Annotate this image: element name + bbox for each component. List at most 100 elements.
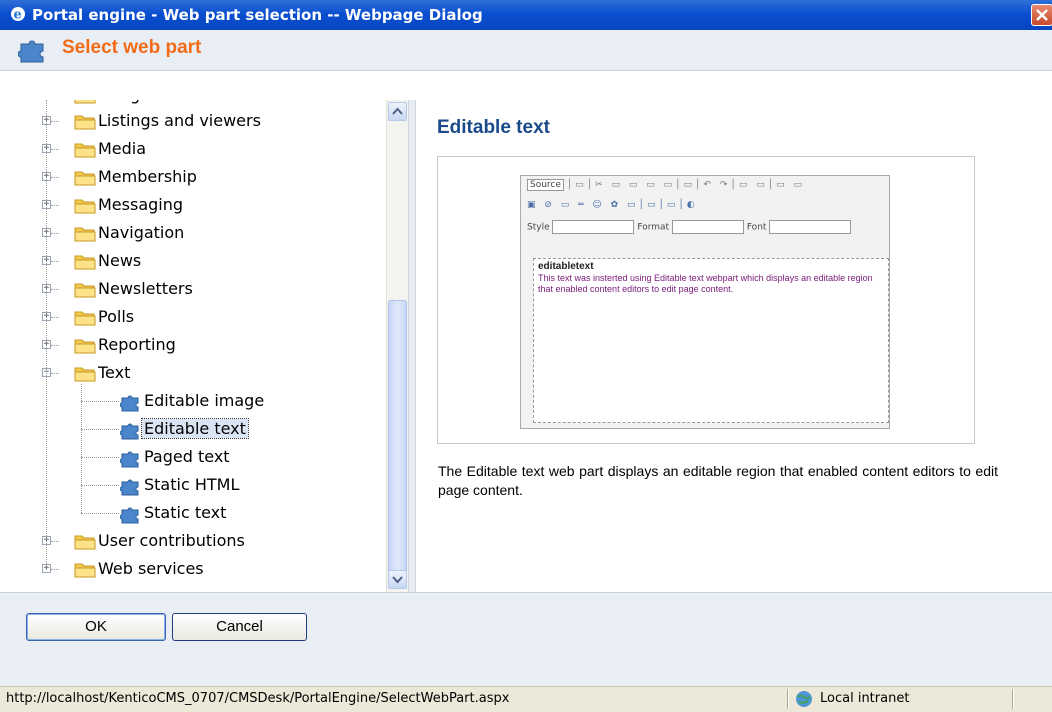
- tree-category[interactable]: + Listings and viewers: [34, 108, 394, 134]
- scroll-up-button[interactable]: [388, 102, 407, 121]
- tree-connector: [51, 205, 59, 206]
- folder-icon: [74, 311, 96, 326]
- folder-icon: [74, 283, 96, 298]
- folder-icon: [74, 227, 96, 242]
- tree-web-part[interactable]: Editable image: [34, 388, 394, 414]
- tree-web-part-label: Editable text: [141, 418, 249, 439]
- status-url: http://localhost/KenticoCMS_0707/CMSDesk…: [6, 691, 510, 706]
- style-label: Style: [527, 222, 550, 233]
- tree-connector: [81, 401, 119, 402]
- folder-icon: [74, 367, 96, 382]
- window-titlebar: e Portal engine - Web part selection -- …: [0, 0, 1052, 30]
- tree-category[interactable]: + Messaging: [34, 192, 394, 218]
- tree-web-part-label: Editable image: [144, 391, 265, 410]
- tree-web-part[interactable]: Static text: [34, 500, 394, 526]
- web-part-detail: Editable text Source │▭│✂ ▭ ▭ ▭ ▭│▭│↶ ↷│…: [416, 100, 1052, 592]
- folder-icon: [74, 339, 96, 354]
- tree-category-label: Messaging: [98, 195, 184, 214]
- tree-connector: [51, 233, 59, 234]
- tree-category[interactable]: + News: [34, 248, 394, 274]
- puzzle-icon: [18, 40, 44, 63]
- chevron-down-icon: [392, 576, 403, 584]
- tree-category[interactable]: + Polls: [34, 304, 394, 330]
- web-part-icon: [120, 507, 139, 524]
- tree-web-part-label: Paged text: [144, 447, 230, 466]
- tree-category-label: News: [98, 251, 142, 270]
- intranet-globe-icon: [796, 691, 812, 707]
- tree-connector: [51, 177, 59, 178]
- ok-button[interactable]: OK: [26, 613, 166, 641]
- font-label: Font: [746, 222, 767, 233]
- folder-icon: [74, 115, 96, 130]
- editor-toolbar-row2: ▣ ⊘ ▭ ═ ☺ ✿ ▭│▭│▭│◐: [527, 200, 698, 210]
- tree-web-part[interactable]: Paged text: [34, 444, 394, 470]
- editor-content-text: This text was insterted using Editable t…: [538, 273, 873, 294]
- tree-category-label: Membership: [98, 167, 197, 186]
- tree-category-label: Newsletters: [98, 279, 193, 298]
- source-button-label: Source: [527, 179, 564, 191]
- svg-text:e: e: [14, 8, 22, 23]
- tree-web-part[interactable]: Static HTML: [34, 472, 394, 498]
- folder-icon: [74, 535, 96, 550]
- status-divider: [1012, 689, 1014, 709]
- pane-splitter[interactable]: [408, 100, 416, 592]
- web-part-description: The Editable text web part displays an e…: [438, 463, 998, 498]
- tree-connector: [81, 429, 119, 430]
- tree-connector: [81, 457, 119, 458]
- folder-icon: [74, 199, 96, 214]
- tree-category-label: Web services: [98, 559, 204, 578]
- tree-connector: [51, 289, 59, 290]
- tree-category[interactable]: − Text: [34, 360, 394, 386]
- tree-category[interactable]: + Navigation: [34, 220, 394, 246]
- preview-editor-image: Source │▭│✂ ▭ ▭ ▭ ▭│▭│↶ ↷│▭ ▭│▭ ▭ ▣ ⊘ ▭ …: [520, 175, 890, 429]
- format-label: Format: [637, 222, 670, 233]
- tree-connector: [46, 100, 47, 570]
- cancel-button[interactable]: Cancel: [172, 613, 307, 641]
- close-icon: [1036, 9, 1048, 21]
- web-part-title: Editable text: [437, 117, 550, 138]
- editor-toolbar-row1: Source │▭│✂ ▭ ▭ ▭ ▭│▭│↶ ↷│▭ ▭│▭ ▭: [527, 179, 805, 198]
- tree-connector: [51, 373, 59, 374]
- tree-connector: [81, 384, 82, 513]
- editor-toolbar-row3: Style Format Font: [527, 220, 852, 238]
- status-bar: http://localhost/KenticoCMS_0707/CMSDesk…: [0, 686, 1052, 712]
- tree-web-part-label: Static text: [144, 503, 227, 522]
- editor-content: editabletext This text was insterted usi…: [533, 258, 889, 423]
- folder-icon: [74, 171, 96, 186]
- folder-icon: [74, 563, 96, 578]
- tree-connector: [51, 569, 59, 570]
- tree-category-label: Polls: [98, 307, 135, 326]
- tree-web-part[interactable]: Editable text: [34, 416, 394, 442]
- web-part-icon: [120, 395, 139, 412]
- web-part-icon: [120, 423, 139, 440]
- folder-icon: [74, 255, 96, 270]
- tree-category-label: Navigation: [98, 223, 185, 242]
- web-part-tree[interactable]: +Google services+Listings and viewers+Me…: [8, 100, 414, 592]
- tree-category[interactable]: + Media: [34, 136, 394, 162]
- web-part-icon: [120, 451, 139, 468]
- tree-category[interactable]: + User contributions: [34, 528, 394, 554]
- editor-content-title: editabletext: [538, 261, 594, 272]
- scroll-thumb[interactable]: [388, 300, 407, 576]
- folder-icon: [74, 143, 96, 158]
- tree-connector: [51, 121, 59, 122]
- tree-web-part-label: Static HTML: [144, 475, 240, 494]
- tree-category[interactable]: +Google services: [34, 100, 394, 108]
- tree-category[interactable]: + Newsletters: [34, 276, 394, 302]
- tree-connector: [51, 541, 59, 542]
- chevron-up-icon: [392, 107, 403, 115]
- dialog-header: Select web part: [0, 30, 1052, 71]
- status-divider: [787, 689, 789, 709]
- tree-connector: [51, 317, 59, 318]
- tree-category[interactable]: + Reporting: [34, 332, 394, 358]
- tree-category-label: Google services: [98, 100, 225, 104]
- tree-category[interactable]: + Web services: [34, 556, 394, 582]
- tree-category[interactable]: + Membership: [34, 164, 394, 190]
- tree-connector: [51, 149, 59, 150]
- close-button[interactable]: [1031, 4, 1052, 26]
- tree-category-label: User contributions: [98, 531, 245, 550]
- tree-connector: [81, 485, 119, 486]
- tree-scrollbar[interactable]: [386, 100, 409, 592]
- scroll-down-button[interactable]: [388, 570, 407, 589]
- tree-connector: [51, 345, 59, 346]
